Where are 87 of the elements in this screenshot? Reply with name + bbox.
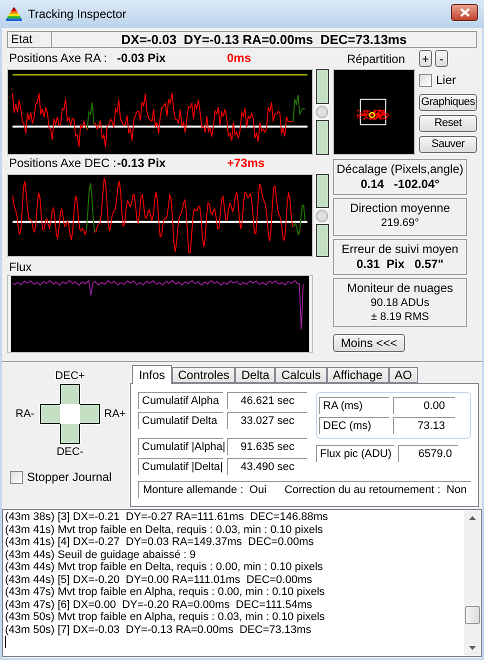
field-label: Cumulatif Alpha <box>138 392 223 409</box>
direction-label: DEC+ <box>55 368 85 384</box>
stat-title: Direction moyenne <box>350 201 450 216</box>
pad-button[interactable] <box>80 404 100 424</box>
status-text: DX=-0.03 DY=-0.13 RA=0.00ms DEC=73.13ms <box>120 32 408 47</box>
log-line: (43m 41s) [4] DX=-0.27 DY=0.03 RA=149.37ms DEC=0.00ms <box>5 536 315 548</box>
checkbox-label: Lier <box>436 72 456 89</box>
stat-value: ± 8.19 RMS <box>370 310 429 324</box>
tab[interactable]: Controles <box>172 367 236 383</box>
pad-center <box>60 404 80 424</box>
status-label: Etat <box>8 32 52 47</box>
action-button[interactable]: Graphiques <box>419 94 477 111</box>
tab[interactable]: Infos <box>132 365 172 384</box>
window-title: Tracking Inspector <box>28 6 126 23</box>
action-button[interactable]: Reset <box>419 115 477 132</box>
direction-label: RA+ <box>104 406 126 422</box>
field-label: Cumulatif |Delta| <box>138 458 223 475</box>
pixel-offset: -0.13 Pix <box>117 155 167 172</box>
log-line: (43m 41s) Mvt trop faible en Delta, requis : 0.03, min : 0.10 pixels <box>5 524 324 536</box>
stat-title: Décalage (Pixels,angle) <box>336 162 464 177</box>
indicator-bar <box>316 224 328 257</box>
stat-title: Moniteur de nuages <box>346 281 454 296</box>
correction-line <box>86 182 96 232</box>
log-line: (43m 47s) Mvt trop faible en Alpha, requis : 0.00, min : 0.10 pixels <box>5 586 326 598</box>
field-value: 43.490 sec <box>227 458 307 475</box>
text-cursor <box>5 636 6 648</box>
indicator-bar <box>316 174 328 208</box>
tab[interactable]: Affichage <box>326 367 389 383</box>
log-line: (43m 44s) Seuil de guidage abaissé : 9 <box>5 548 197 561</box>
direction-label: RA- <box>16 406 34 422</box>
field-label: RA (ms) <box>319 397 389 414</box>
stat-title: Erreur de suivi moyen <box>342 242 458 257</box>
triangle-logo-icon <box>6 6 22 22</box>
axis-label: Flux <box>8 260 33 275</box>
indicator-bar <box>316 120 328 155</box>
pad-button[interactable] <box>60 384 80 404</box>
scroll-thumb[interactable] <box>465 606 480 624</box>
log-line: (43m 44s) [5] DX=-0.20 DY=0.00 RA=111.01ms DEC=0.00ms <box>5 574 314 586</box>
checkbox[interactable] <box>419 74 432 86</box>
field-value: 6579.0 <box>398 445 458 462</box>
mount-info: Correction du au retournement : Non <box>284 482 467 498</box>
tab[interactable]: AO <box>388 367 418 383</box>
pad-button[interactable] <box>40 404 60 424</box>
field-value: 0.00 <box>393 397 455 414</box>
close-icon[interactable] <box>460 8 470 16</box>
correction-time: 0ms <box>227 50 252 67</box>
log-line: (43m 44s) Mvt trop faible en Delta, requis : 0.00, min : 0.10 pixels <box>5 561 324 574</box>
field-value: 73.13 <box>393 417 455 434</box>
radio-indicator <box>316 106 328 118</box>
correction-time: +73ms <box>227 155 265 172</box>
correction-line <box>292 94 306 122</box>
field-value: 33.027 sec <box>227 412 307 429</box>
field-value: 91.635 sec <box>227 438 307 455</box>
checkbox-label: Stopper Journal <box>27 469 112 486</box>
log-line: (43m 38s) [3] DX=-0.21 DY=-0.27 RA=111.61ms DEC=146.88ms <box>5 511 330 524</box>
scrollbar[interactable] <box>464 510 481 656</box>
stat-value: 0.14 -102.04° <box>360 177 440 191</box>
log-line: (43m 50s) [7] DX=-0.03 DY=-0.13 RA=0.00ms DEC=73.13ms <box>5 624 312 636</box>
direction-label: DEC- <box>56 444 84 460</box>
log-line: (43m 47s) [6] DX=0.00 DY=-0.20 RA=0.00ms DEC=111.54ms <box>5 598 314 611</box>
tab[interactable]: Calculs <box>275 367 327 383</box>
pixel-offset: -0.03 Pix <box>117 50 167 67</box>
field-value: 46.621 sec <box>227 392 307 409</box>
mount-info: Monture allemande : Oui <box>143 482 267 498</box>
correction-line <box>86 102 94 130</box>
field-label: Cumulatif |Alpha| <box>138 438 223 455</box>
zoom-button[interactable]: + <box>419 50 432 67</box>
less-button[interactable]: Moins <<< <box>333 334 405 352</box>
zoom-button[interactable]: - <box>435 50 448 67</box>
action-button[interactable]: Sauver <box>419 136 477 153</box>
axis-label: Positions Axe DEC : <box>9 155 117 172</box>
checkbox[interactable] <box>10 470 23 484</box>
radio-indicator <box>316 210 328 222</box>
field-label: Flux pic (ADU) <box>316 445 394 462</box>
section-label: Répartition <box>346 51 406 66</box>
indicator-bar <box>316 69 328 104</box>
log-line: (43m 50s) Mvt trop faible en Alpha, requis : 0.03, min : 0.10 pixels <box>5 611 326 624</box>
stat-value: 90.18 ADUs <box>370 296 430 310</box>
axis-label: Positions Axe RA : <box>9 50 108 67</box>
field-label: DEC (ms) <box>319 417 389 434</box>
correction-line <box>292 204 306 236</box>
pad-button[interactable] <box>60 424 80 444</box>
stat-value: 0.31 Pix 0.57" <box>356 257 444 271</box>
stat-value: 219.69° <box>380 216 420 230</box>
field-label: Cumulatif Delta <box>138 412 223 429</box>
tab[interactable]: Delta <box>235 367 276 383</box>
close-button[interactable] <box>451 4 478 20</box>
